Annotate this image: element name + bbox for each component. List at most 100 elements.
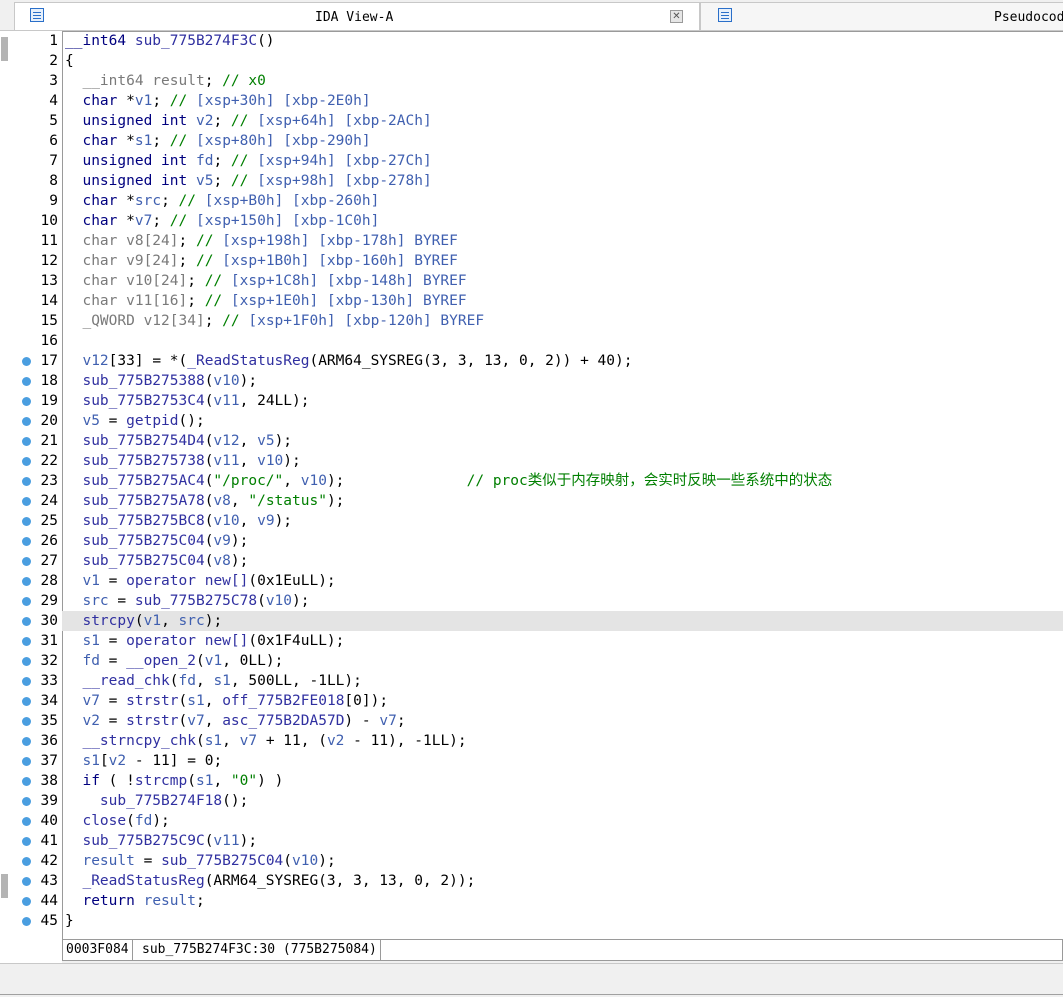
code-line[interactable]: 19 sub_775B2753C4(v11, 24LL);	[0, 391, 1063, 411]
code-token: __int64	[65, 33, 127, 49]
code-line[interactable]: 2{	[0, 51, 1063, 71]
code-line[interactable]: 3 __int64 result; // x0	[0, 71, 1063, 91]
code-token: fd	[178, 673, 196, 689]
code-token: v2	[108, 753, 127, 769]
code-line[interactable]: 24 sub_775B275A78(v8, "/status");	[0, 491, 1063, 511]
code-line[interactable]: 17 v12[33] = *(_ReadStatusReg(ARM64_SYSR…	[0, 351, 1063, 371]
code-line[interactable]: 44 return result;	[0, 891, 1063, 911]
code-line[interactable]: 18 sub_775B275388(v10);	[0, 371, 1063, 391]
code-line[interactable]: 32 fd = __open_2(v1, 0LL);	[0, 651, 1063, 671]
code-token: ;	[152, 133, 170, 149]
code-line[interactable]: 14 char v11[16]; // [xsp+1E0h] [xbp-130h…	[0, 291, 1063, 311]
code-token: v10	[213, 373, 240, 389]
code-line[interactable]: 35 v2 = strstr(v7, asc_775B2DA57D) - v7;	[0, 711, 1063, 731]
code-token: ) -	[344, 713, 380, 729]
code-line[interactable]: 29 src = sub_775B275C78(v10);	[0, 591, 1063, 611]
code-token: //	[169, 93, 196, 109]
code-text: __strncpy_chk(s1, v7 + 11, (v2 - 11), -1…	[65, 731, 466, 751]
code-line[interactable]: 8 unsigned int v5; // [xsp+98h] [xbp-278…	[0, 171, 1063, 191]
line-number: 23	[40, 473, 58, 489]
code-line[interactable]: 34 v7 = strstr(s1, off_775B2FE018[0]);	[0, 691, 1063, 711]
code-line[interactable]: 36 __strncpy_chk(s1, v7 + 11, (v2 - 11),…	[0, 731, 1063, 751]
code-token: v1	[204, 653, 223, 669]
tab-title: IDA View-A	[315, 10, 394, 25]
code-token: char	[82, 93, 118, 109]
code-token: s1	[134, 133, 153, 149]
code-token: [xsp+150h] [xbp-1C0h]	[196, 213, 380, 229]
code-line[interactable]: 10 char *v7; // [xsp+150h] [xbp-1C0h]	[0, 211, 1063, 231]
code-token: result	[82, 853, 135, 869]
code-line[interactable]: 13 char v10[24]; // [xsp+1C8h] [xbp-148h…	[0, 271, 1063, 291]
line-number: 11	[40, 233, 58, 249]
tab-ida-view-a[interactable]: IDA View-A ✕	[14, 2, 700, 30]
code-line[interactable]: 6 char *s1; // [xsp+80h] [xbp-290h]	[0, 131, 1063, 151]
code-text: strcpy(v1, src);	[65, 611, 222, 631]
code-line[interactable]: 45}	[0, 911, 1063, 931]
code-line[interactable]: 9 char *src; // [xsp+B0h] [xbp-260h]	[0, 191, 1063, 211]
code-token: [xsp+98h] [xbp-278h]	[257, 173, 432, 189]
code-line[interactable]: 28 v1 = operator new[](0x1EuLL);	[0, 571, 1063, 591]
line-number: 30	[40, 613, 58, 629]
line-number: 28	[40, 573, 58, 589]
code-line[interactable]: 38 if ( !strcmp(s1, "0") )	[0, 771, 1063, 791]
code-line[interactable]: 22 sub_775B275738(v11, v10);	[0, 451, 1063, 471]
code-token: fd	[195, 153, 214, 169]
code-line[interactable]: 43 _ReadStatusReg(ARM64_SYSREG(3, 3, 13,…	[0, 871, 1063, 891]
code-token: v11	[213, 453, 240, 469]
code-token: char v10[24]	[82, 273, 188, 289]
code-line[interactable]: 31 s1 = operator new[](0x1F4uLL);	[0, 631, 1063, 651]
code-token: (	[178, 713, 188, 729]
code-line[interactable]: 16	[0, 331, 1063, 351]
code-token: __open_2	[126, 653, 196, 669]
code-line[interactable]: 27 sub_775B275C04(v8);	[0, 551, 1063, 571]
code-line[interactable]: 25 sub_775B275BC8(v10, v9);	[0, 511, 1063, 531]
code-token: //	[169, 133, 196, 149]
tab-pseudocode[interactable]: Pseudocode	[700, 2, 1063, 30]
code-line[interactable]: 11 char v8[24]; // [xsp+198h] [xbp-178h]…	[0, 231, 1063, 251]
code-line[interactable]: 21 sub_775B2754D4(v12, v5);	[0, 431, 1063, 451]
code-token: ,	[283, 473, 301, 489]
code-token: sub_775B275BC8	[82, 513, 205, 529]
code-token: v2	[195, 113, 214, 129]
code-token: ;	[213, 153, 231, 169]
code-token: );	[239, 373, 258, 389]
code-text: }	[65, 911, 74, 931]
code-token: + 11, (	[257, 733, 327, 749]
code-token: v10	[265, 593, 293, 609]
code-token: ;	[152, 93, 170, 109]
code-line[interactable]: 12 char v9[24]; // [xsp+1B0h] [xbp-160h]…	[0, 251, 1063, 271]
code-token: ,	[195, 673, 214, 689]
code-line[interactable]: 7 unsigned int fd; // [xsp+94h] [xbp-27C…	[0, 151, 1063, 171]
code-line[interactable]: 23 sub_775B275AC4("/proc/", v10); // pro…	[0, 471, 1063, 491]
code-token: //	[230, 113, 258, 129]
code-line[interactable]: 4 char *v1; // [xsp+30h] [xbp-2E0h]	[0, 91, 1063, 111]
code-line[interactable]: 39 sub_775B274F18();	[0, 791, 1063, 811]
code-line[interactable]: 40 close(fd);	[0, 811, 1063, 831]
code-token: //	[169, 213, 196, 229]
code-token: (	[126, 813, 135, 829]
code-line[interactable]: 26 sub_775B275C04(v9);	[0, 531, 1063, 551]
code-line[interactable]: 15 _QWORD v12[34]; // [xsp+1F0h] [xbp-12…	[0, 311, 1063, 331]
tab-title: Pseudocode	[994, 10, 1063, 25]
code-line[interactable]: 5 unsigned int v2; // [xsp+64h] [xbp-2AC…	[0, 111, 1063, 131]
code-token: //	[195, 253, 223, 269]
code-text: if ( !strcmp(s1, "0") )	[65, 771, 283, 791]
code-text: __read_chk(fd, s1, 500LL, -1LL);	[65, 671, 361, 691]
code-line[interactable]: 41 sub_775B275C9C(v11);	[0, 831, 1063, 851]
code-token: );	[283, 453, 301, 469]
close-icon[interactable]: ✕	[670, 10, 683, 23]
code-line[interactable]: 30 strcpy(v1, src);	[22, 611, 1063, 631]
code-line[interactable]: 33 __read_chk(fd, s1, 500LL, -1LL);	[0, 671, 1063, 691]
code-line[interactable]: 1 __int64 sub_775B274F3C()	[0, 31, 1063, 51]
code-line[interactable]: 42 result = sub_775B275C04(v10);	[0, 851, 1063, 871]
code-token: char v11[16]	[82, 293, 188, 309]
code-token: s1	[82, 633, 100, 649]
line-number: 43	[40, 873, 58, 889]
code-line[interactable]: 20 v5 = getpid();	[0, 411, 1063, 431]
code-line[interactable]: 37 s1[v2 - 11] = 0;	[0, 751, 1063, 771]
